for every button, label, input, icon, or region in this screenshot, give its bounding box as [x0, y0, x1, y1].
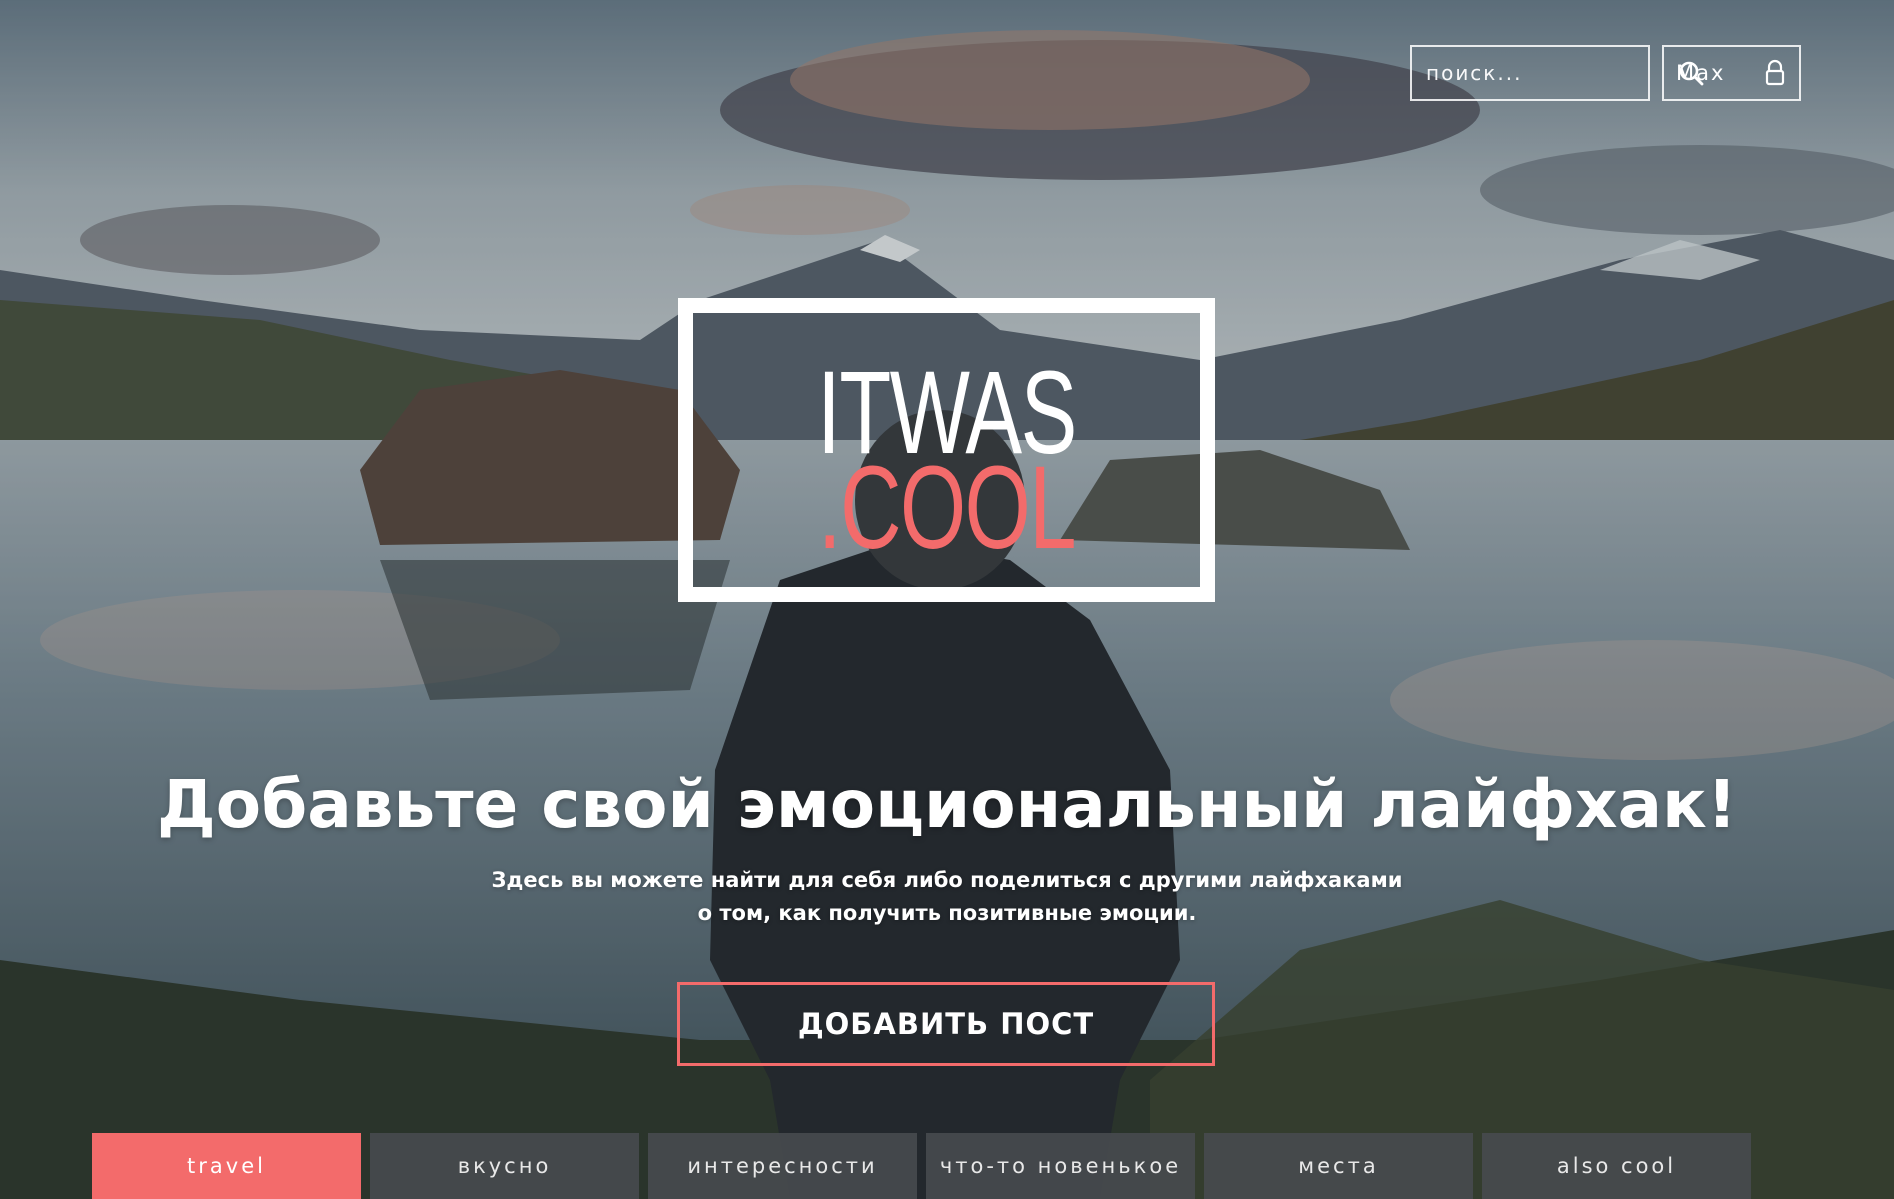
lock-icon — [1763, 59, 1787, 87]
logo-text-accent: .COOL — [817, 442, 1077, 574]
user-login-button[interactable]: Max — [1662, 45, 1801, 101]
category-tabs: travel вкусно интересности что-то новенькое… — [92, 1133, 1751, 1199]
hero-headline: Добавьте свой эмоциональный лайфхак! — [157, 766, 1737, 843]
user-name: Max — [1676, 61, 1726, 85]
tab-5[interactable]: also cool — [1482, 1133, 1751, 1199]
add-post-button[interactable]: ДОБАВИТЬ ПОСТ — [677, 982, 1215, 1066]
hero-subtitle-line-1: Здесь вы можете найти для себя либо поде… — [491, 868, 1403, 892]
tab-2[interactable]: интересности — [648, 1133, 917, 1199]
search-box[interactable] — [1410, 45, 1704, 101]
tab-0[interactable]: travel — [92, 1133, 361, 1199]
tab-3[interactable]: что-то новенькое — [926, 1133, 1195, 1199]
hero-subtitle-line-2: о том, как получить позитивные эмоции. — [697, 901, 1197, 925]
search-input[interactable] — [1424, 60, 1677, 86]
site-logo[interactable]: ITWAS .COOL — [678, 298, 1215, 602]
hero-section: Max ITWAS .COOL Добавьте свой эмоциональ… — [0, 0, 1894, 1199]
hero-subtitle: Здесь вы можете найти для себя либо поде… — [0, 864, 1894, 930]
tab-4[interactable]: места — [1204, 1133, 1473, 1199]
tab-1[interactable]: вкусно — [370, 1133, 639, 1199]
